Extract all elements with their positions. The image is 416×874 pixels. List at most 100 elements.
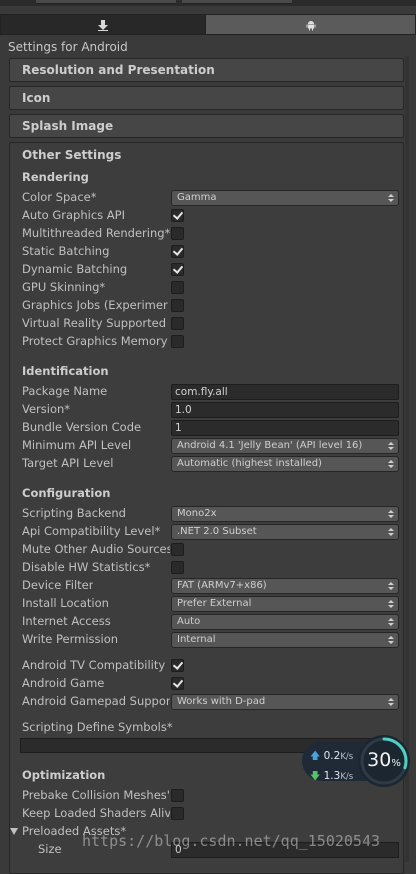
upload-value: 0.2 (323, 750, 341, 762)
dropdown-arrow-icon (388, 615, 394, 629)
gamepad-support-label: Android Gamepad Suppor (22, 694, 170, 708)
tab-standalone[interactable] (0, 14, 206, 35)
android-game-label: Android Game (22, 676, 105, 690)
bundle-version-code-field[interactable]: 1 (171, 420, 399, 436)
foldout-label: Resolution and Presentation (22, 63, 215, 77)
write-permission-label: Write Permission (22, 632, 119, 646)
android-game-checkbox[interactable] (171, 677, 184, 690)
usage-ring: 30% (358, 735, 410, 787)
dropdown-value: Android 4.1 'Jelly Bean' (API level 16) (177, 440, 363, 451)
protect-graphics-memory-checkbox[interactable] (171, 335, 184, 348)
foldout-icon[interactable]: Icon (9, 86, 404, 110)
bundle-version-code-label: Bundle Version Code (22, 420, 142, 434)
upload-speed: 🡅 0.2K/s (310, 749, 353, 766)
foldout-triangle-icon[interactable] (10, 828, 18, 835)
dropdown-value: .NET 2.0 Subset (177, 526, 257, 537)
minimum-api-level-label: Minimum API Level (22, 438, 132, 452)
dropdown-value: Works with D-pad (177, 696, 266, 707)
foldout-label: Splash Image (22, 119, 114, 133)
dropdown-arrow-icon (388, 633, 394, 647)
size-label: Size (38, 842, 62, 856)
target-api-level-dropdown[interactable]: Automatic (highest installed) (171, 456, 399, 472)
dropdown-arrow-icon (388, 597, 394, 611)
field-value: 1 (175, 422, 182, 434)
top-field-right (182, 0, 292, 4)
prebake-collision-checkbox[interactable] (171, 789, 184, 802)
field-value: 1.0 (175, 404, 192, 416)
internet-access-dropdown[interactable]: Auto (171, 614, 399, 630)
android-icon (306, 20, 315, 30)
api-compatibility-label: Api Compatibility Level* (22, 524, 161, 538)
graphics-jobs-checkbox[interactable] (171, 299, 184, 312)
keep-loaded-shaders-label: Keep Loaded Shaders Aliv (22, 806, 170, 820)
scripting-backend-dropdown[interactable]: Mono2x (171, 506, 399, 522)
dropdown-value: Prefer External (177, 598, 252, 609)
dropdown-arrow-icon (388, 695, 394, 709)
install-location-dropdown[interactable]: Prefer External (171, 596, 399, 612)
gpu-skinning-label: GPU Skinning* (22, 280, 106, 294)
download-value: 1.3 (323, 770, 341, 782)
write-permission-dropdown[interactable]: Internal (171, 632, 399, 648)
static-batching-label: Static Batching (22, 244, 110, 258)
optimization-header: Optimization (22, 768, 106, 782)
foldout-resolution[interactable]: Resolution and Presentation (9, 58, 404, 82)
scripting-backend-label: Scripting Backend (22, 506, 126, 520)
dropdown-value: Automatic (highest installed) (177, 458, 322, 469)
prebake-collision-label: Prebake Collision Meshes' (22, 788, 170, 802)
foldout-label: Icon (22, 91, 51, 105)
dropdown-arrow-icon (388, 507, 394, 521)
android-tv-checkbox[interactable] (171, 659, 184, 672)
device-filter-dropdown[interactable]: FAT (ARMv7+x86) (171, 578, 399, 594)
dropdown-value: Mono2x (177, 508, 217, 519)
gamepad-support-dropdown[interactable]: Works with D-pad (171, 694, 399, 710)
keep-loaded-shaders-checkbox[interactable] (171, 807, 184, 820)
device-filter-label: Device Filter (22, 578, 94, 592)
dropdown-arrow-icon (388, 457, 394, 471)
graphics-jobs-label: Graphics Jobs (Experimer (22, 298, 168, 312)
version-field[interactable]: 1.0 (171, 402, 399, 418)
download-unit: K/s (340, 772, 354, 782)
virtual-reality-checkbox[interactable] (171, 317, 184, 330)
foldout-splash-image[interactable]: Splash Image (9, 114, 404, 138)
color-space-label: Color Space* (22, 190, 97, 204)
dropdown-value: Internal (177, 634, 216, 645)
auto-graphics-api-checkbox[interactable] (171, 209, 184, 222)
download-speed: 🡇 1.3K/s (310, 769, 353, 786)
color-space-dropdown[interactable]: Gamma (171, 190, 399, 206)
dropdown-value: Gamma (177, 192, 217, 203)
minimum-api-level-dropdown[interactable]: Android 4.1 'Jelly Bean' (API level 16) (171, 438, 399, 454)
disable-hw-statistics-checkbox[interactable] (171, 561, 184, 574)
dropdown-arrow-icon (388, 579, 394, 593)
virtual-reality-label: Virtual Reality Supported (22, 316, 167, 330)
scripting-define-symbols-label: Scripting Define Symbols* (22, 720, 173, 734)
dynamic-batching-checkbox[interactable] (171, 263, 184, 276)
usage-percent-value: 30 (367, 749, 392, 771)
upload-arrow-icon: 🡅 (310, 751, 321, 762)
disable-hw-statistics-label: Disable HW Statistics* (22, 560, 151, 574)
internet-access-label: Internet Access (22, 614, 111, 628)
network-speed-widget[interactable]: 🡅 0.2K/s 🡇 1.3K/s 30% (302, 735, 412, 789)
multithreaded-rendering-label: Multithreaded Rendering* (22, 226, 170, 240)
configuration-header: Configuration (22, 486, 111, 500)
package-name-field[interactable]: com.fly.all (171, 384, 399, 400)
mute-audio-label: Mute Other Audio Sources (22, 542, 170, 556)
platform-tabs (0, 14, 416, 35)
dropdown-value: FAT (ARMv7+x86) (177, 580, 267, 591)
tab-android[interactable] (205, 14, 416, 35)
api-compatibility-dropdown[interactable]: .NET 2.0 Subset (171, 524, 399, 540)
static-batching-checkbox[interactable] (171, 245, 184, 258)
identification-header: Identification (22, 364, 109, 378)
dynamic-batching-label: Dynamic Batching (22, 262, 128, 276)
mute-audio-checkbox[interactable] (171, 543, 184, 556)
dropdown-arrow-icon (388, 439, 394, 453)
watermark: https://blog.csdn.net/qq_15020543 (82, 832, 381, 850)
usage-percent-sign: % (391, 758, 401, 769)
download-arrow-icon: 🡇 (310, 771, 321, 782)
dropdown-arrow-icon (388, 191, 394, 205)
foldout-other-settings[interactable]: Other Settings (22, 148, 121, 162)
gpu-skinning-checkbox[interactable] (171, 281, 184, 294)
top-strip (0, 0, 416, 6)
multithreaded-rendering-checkbox[interactable] (171, 227, 184, 240)
settings-title: Settings for Android (8, 40, 128, 54)
top-field-left (36, 0, 176, 4)
